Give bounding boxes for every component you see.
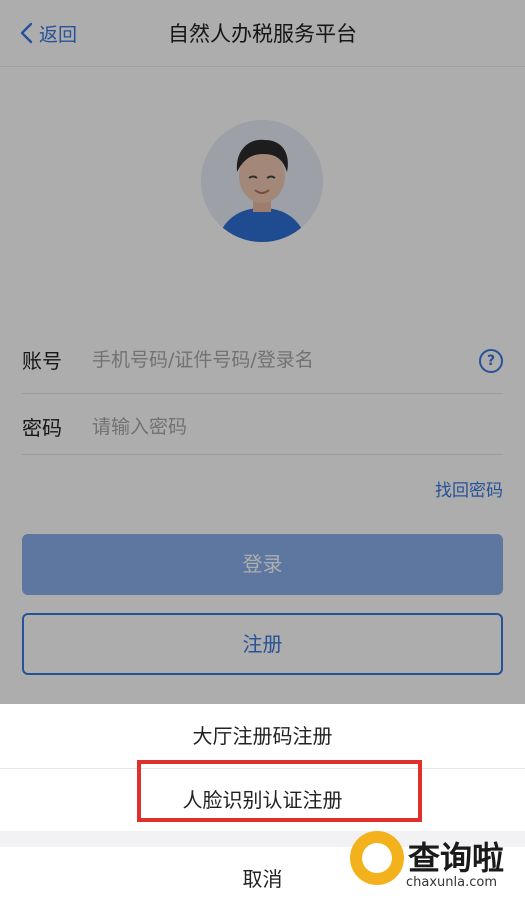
highlight-box xyxy=(137,760,422,822)
watermark-logo-icon xyxy=(350,831,404,885)
watermark: 查询啦 chaxunla.com xyxy=(346,829,516,899)
watermark-url: chaxunla.com xyxy=(406,875,497,890)
watermark-name: 查询啦 xyxy=(408,839,505,877)
modal-overlay[interactable] xyxy=(0,0,525,704)
